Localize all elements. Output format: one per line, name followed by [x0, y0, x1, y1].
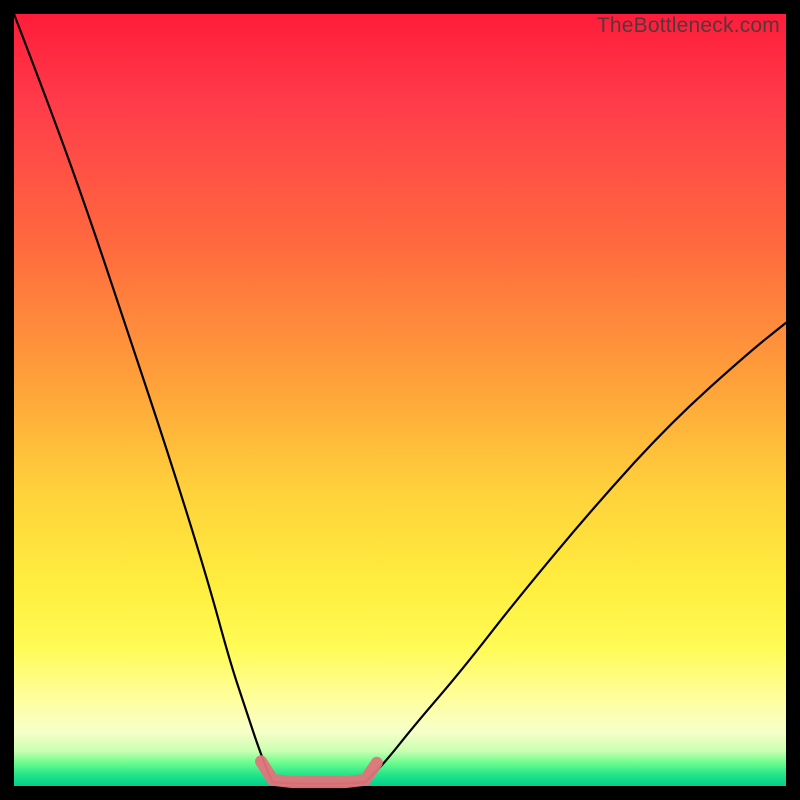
bottleneck-curve	[14, 14, 786, 784]
highlight-band	[261, 761, 377, 782]
chart-svg	[14, 14, 786, 786]
chart-frame: TheBottleneck.com	[14, 14, 786, 786]
